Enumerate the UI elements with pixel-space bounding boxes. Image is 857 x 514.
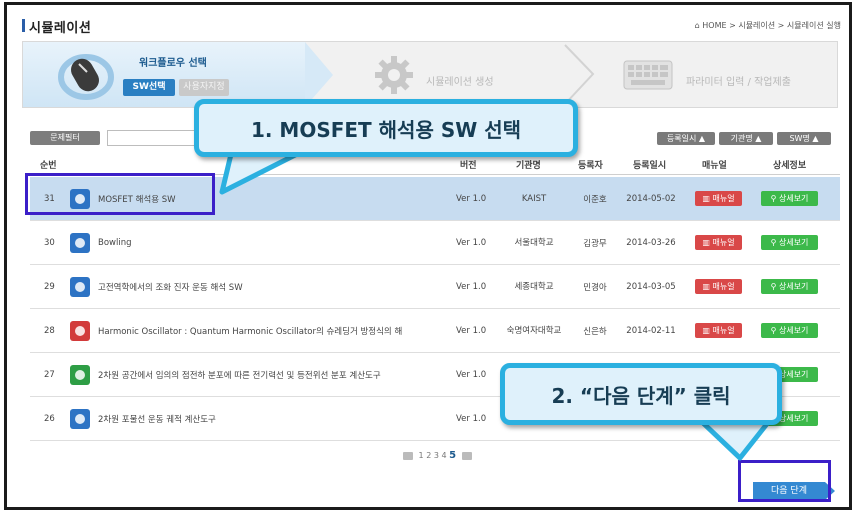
callout-pointers (219, 147, 773, 461)
callout-click-next: 2. “다음 단계” 클릭 (500, 363, 782, 425)
callout-select-sw: 1. MOSFET 해석용 SW 선택 (194, 99, 578, 157)
